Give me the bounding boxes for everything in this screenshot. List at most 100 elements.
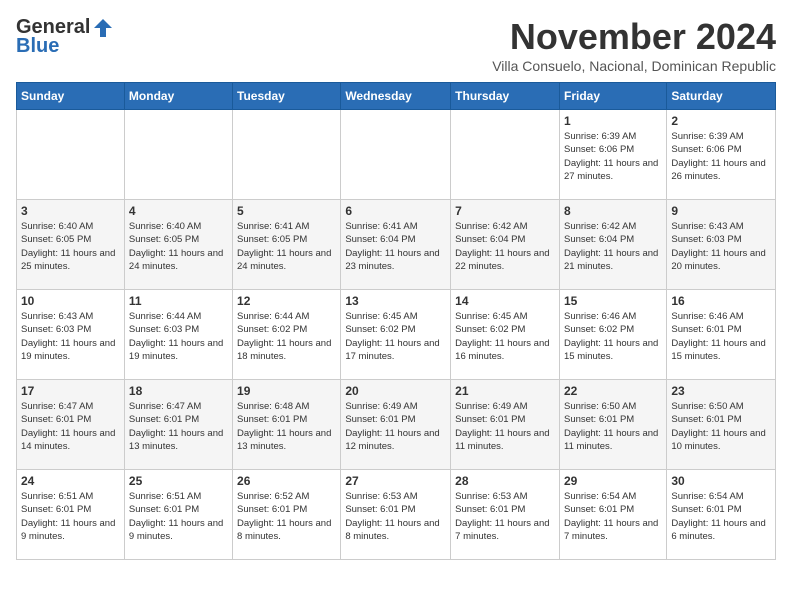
day-number: 2 [671,114,771,128]
subtitle: Villa Consuelo, Nacional, Dominican Repu… [492,58,776,74]
day-number: 30 [671,474,771,488]
day-number: 5 [237,204,336,218]
day-number: 18 [129,384,228,398]
day-cell: 20Sunrise: 6:49 AM Sunset: 6:01 PM Dayli… [341,380,451,470]
day-number: 9 [671,204,771,218]
day-info: Sunrise: 6:41 AM Sunset: 6:05 PM Dayligh… [237,220,336,273]
logo: General Blue [16,16,116,58]
weekday-header-saturday: Saturday [667,83,776,110]
day-info: Sunrise: 6:49 AM Sunset: 6:01 PM Dayligh… [455,400,555,453]
day-number: 22 [564,384,662,398]
day-cell [233,110,341,200]
day-cell [341,110,451,200]
day-cell: 6Sunrise: 6:41 AM Sunset: 6:04 PM Daylig… [341,200,451,290]
day-info: Sunrise: 6:51 AM Sunset: 6:01 PM Dayligh… [129,490,228,543]
day-info: Sunrise: 6:41 AM Sunset: 6:04 PM Dayligh… [345,220,446,273]
day-info: Sunrise: 6:47 AM Sunset: 6:01 PM Dayligh… [129,400,228,453]
day-info: Sunrise: 6:54 AM Sunset: 6:01 PM Dayligh… [564,490,662,543]
week-row-2: 10 Sunrise: 6:43 AM Sunset: 6:03 PM Dayli… [17,290,776,380]
day-number: 24 [21,474,120,488]
day-info: Sunrise: 6:46 AM Sunset: 6:01 PM Dayligh… [671,310,771,363]
day-info: Sunrise: 6:42 AM Sunset: 6:04 PM Dayligh… [455,220,555,273]
weekday-header-tuesday: Tuesday [233,83,341,110]
day-cell: 2 Sunrise: 6:39 AM Sunset: 6:06 PM Daylig… [667,110,776,200]
day-cell: 19 Sunrise: 6:48 AM Sunset: 6:01 PM Dayli… [233,380,341,470]
day-number: 29 [564,474,662,488]
day-info: Sunrise: 6:51 AM Sunset: 6:01 PM Dayligh… [21,490,120,543]
day-cell: 24 Sunrise: 6:51 AM Sunset: 6:01 PM Dayli… [17,470,125,560]
title-section: November 2024 Villa Consuelo, Nacional, … [492,16,776,74]
day-info: Sunrise: 6:50 AM Sunset: 6:01 PM Dayligh… [671,400,771,453]
logo-icon [92,17,114,39]
day-number: 12 [237,294,336,308]
day-cell: 13Sunrise: 6:45 AM Sunset: 6:02 PM Dayli… [341,290,451,380]
day-number: 19 [237,384,336,398]
day-number: 3 [21,204,120,218]
day-info: Sunrise: 6:47 AM Sunset: 6:01 PM Dayligh… [21,400,120,453]
day-info: Sunrise: 6:43 AM Sunset: 6:03 PM Dayligh… [671,220,771,273]
day-number: 1 [564,114,662,128]
day-cell: 5 Sunrise: 6:41 AM Sunset: 6:05 PM Daylig… [233,200,341,290]
day-number: 27 [345,474,446,488]
day-info: Sunrise: 6:48 AM Sunset: 6:01 PM Dayligh… [237,400,336,453]
day-cell: 28Sunrise: 6:53 AM Sunset: 6:01 PM Dayli… [451,470,560,560]
day-info: Sunrise: 6:45 AM Sunset: 6:02 PM Dayligh… [455,310,555,363]
day-number: 11 [129,294,228,308]
week-row-0: 1 Sunrise: 6:39 AM Sunset: 6:06 PM Daylig… [17,110,776,200]
day-number: 16 [671,294,771,308]
day-cell: 16 Sunrise: 6:46 AM Sunset: 6:01 PM Dayli… [667,290,776,380]
day-info: Sunrise: 6:40 AM Sunset: 6:05 PM Dayligh… [21,220,120,273]
weekday-header-sunday: Sunday [17,83,125,110]
day-cell: 21 Sunrise: 6:49 AM Sunset: 6:01 PM Dayli… [451,380,560,470]
day-info: Sunrise: 6:43 AM Sunset: 6:03 PM Dayligh… [21,310,120,363]
day-cell: 17 Sunrise: 6:47 AM Sunset: 6:01 PM Dayli… [17,380,125,470]
day-info: Sunrise: 6:45 AM Sunset: 6:02 PM Dayligh… [345,310,446,363]
day-cell: 30 Sunrise: 6:54 AM Sunset: 6:01 PM Dayli… [667,470,776,560]
day-number: 21 [455,384,555,398]
day-number: 17 [21,384,120,398]
day-cell: 26 Sunrise: 6:52 AM Sunset: 6:01 PM Dayli… [233,470,341,560]
day-number: 14 [455,294,555,308]
day-info: Sunrise: 6:50 AM Sunset: 6:01 PM Dayligh… [564,400,662,453]
day-cell: 22 Sunrise: 6:50 AM Sunset: 6:01 PM Dayli… [559,380,666,470]
weekday-header-thursday: Thursday [451,83,560,110]
day-number: 26 [237,474,336,488]
day-number: 8 [564,204,662,218]
day-info: Sunrise: 6:52 AM Sunset: 6:01 PM Dayligh… [237,490,336,543]
day-info: Sunrise: 6:53 AM Sunset: 6:01 PM Dayligh… [345,490,446,543]
day-cell: 23 Sunrise: 6:50 AM Sunset: 6:01 PM Dayli… [667,380,776,470]
day-info: Sunrise: 6:42 AM Sunset: 6:04 PM Dayligh… [564,220,662,273]
day-cell: 27 Sunrise: 6:53 AM Sunset: 6:01 PM Dayli… [341,470,451,560]
weekday-header-monday: Monday [124,83,232,110]
day-cell [17,110,125,200]
weekday-header-row: SundayMondayTuesdayWednesdayThursdayFrid… [17,83,776,110]
day-info: Sunrise: 6:39 AM Sunset: 6:06 PM Dayligh… [671,130,771,183]
day-cell: 29 Sunrise: 6:54 AM Sunset: 6:01 PM Dayli… [559,470,666,560]
calendar: SundayMondayTuesdayWednesdayThursdayFrid… [16,82,776,560]
day-cell: 10 Sunrise: 6:43 AM Sunset: 6:03 PM Dayli… [17,290,125,380]
day-info: Sunrise: 6:46 AM Sunset: 6:02 PM Dayligh… [564,310,662,363]
day-cell: 18 Sunrise: 6:47 AM Sunset: 6:01 PM Dayli… [124,380,232,470]
day-cell: 11Sunrise: 6:44 AM Sunset: 6:03 PM Dayli… [124,290,232,380]
day-cell: 8 Sunrise: 6:42 AM Sunset: 6:04 PM Daylig… [559,200,666,290]
day-info: Sunrise: 6:49 AM Sunset: 6:01 PM Dayligh… [345,400,446,453]
day-number: 10 [21,294,120,308]
day-info: Sunrise: 6:54 AM Sunset: 6:01 PM Dayligh… [671,490,771,543]
day-cell: 15 Sunrise: 6:46 AM Sunset: 6:02 PM Dayli… [559,290,666,380]
day-info: Sunrise: 6:39 AM Sunset: 6:06 PM Dayligh… [564,130,662,183]
header: General Blue November 2024 Villa Consuel… [16,16,776,74]
month-title: November 2024 [492,16,776,58]
day-cell: 9 Sunrise: 6:43 AM Sunset: 6:03 PM Daylig… [667,200,776,290]
day-cell: 12 Sunrise: 6:44 AM Sunset: 6:02 PM Dayli… [233,290,341,380]
day-number: 23 [671,384,771,398]
day-number: 15 [564,294,662,308]
day-info: Sunrise: 6:40 AM Sunset: 6:05 PM Dayligh… [129,220,228,273]
day-cell: 3 Sunrise: 6:40 AM Sunset: 6:05 PM Daylig… [17,200,125,290]
weekday-header-friday: Friday [559,83,666,110]
week-row-4: 24 Sunrise: 6:51 AM Sunset: 6:01 PM Dayli… [17,470,776,560]
day-number: 28 [455,474,555,488]
day-info: Sunrise: 6:44 AM Sunset: 6:02 PM Dayligh… [237,310,336,363]
logo-blue: Blue [16,35,59,58]
day-cell: 25Sunrise: 6:51 AM Sunset: 6:01 PM Dayli… [124,470,232,560]
day-cell: 1 Sunrise: 6:39 AM Sunset: 6:06 PM Daylig… [559,110,666,200]
